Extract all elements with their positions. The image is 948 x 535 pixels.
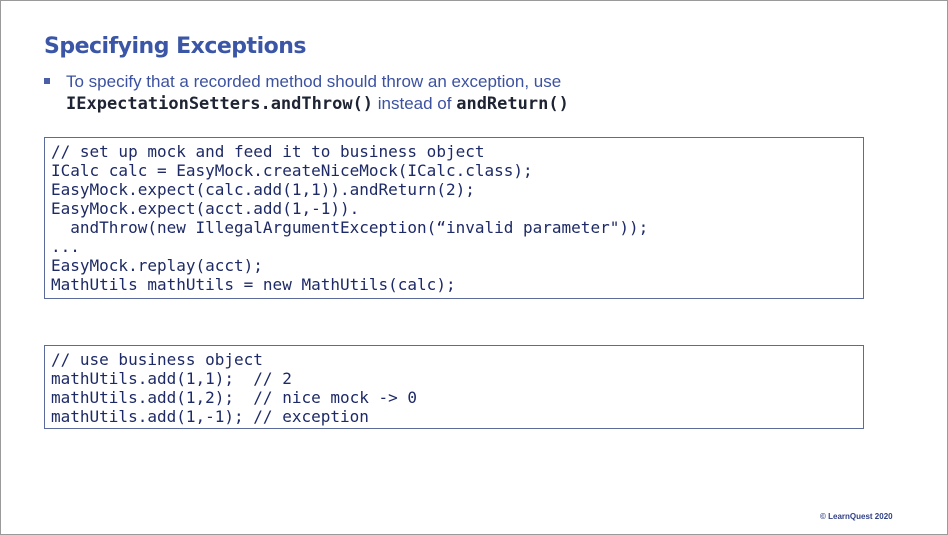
code-line: // use business object [51, 350, 263, 369]
code-setup: // set up mock and feed it to business o… [45, 138, 863, 294]
bullet-text-middle: instead of [373, 94, 457, 113]
code-line: MathUtils mathUtils = new MathUtils(calc… [51, 275, 456, 294]
code-line: mathUtils.add(1,2); // nice mock -> 0 [51, 388, 418, 407]
bullet-square-icon [44, 78, 50, 84]
slide-title: Specifying Exceptions [44, 34, 306, 59]
bullet-code-andthrow: IExpectationSetters.andThrow() [66, 94, 374, 114]
code-line: ... [51, 237, 80, 256]
code-block-setup: // set up mock and feed it to business o… [44, 137, 864, 299]
code-line: ICalc calc = EasyMock.createNiceMock(ICa… [51, 161, 533, 180]
code-line: EasyMock.replay(acct); [51, 256, 263, 275]
code-line: mathUtils.add(1,1); // 2 [51, 369, 292, 388]
code-line: EasyMock.expect(calc.add(1,1)).andReturn… [51, 180, 475, 199]
code-line: andThrow(new IllegalArgumentException(“i… [51, 218, 649, 237]
code-use: // use business object mathUtils.add(1,1)… [45, 346, 863, 426]
bullet-code-andreturn: andReturn() [456, 94, 569, 114]
bullet-point: To specify that a recorded method should… [44, 71, 766, 115]
bullet-text-before: To specify that a recorded method should… [66, 72, 562, 91]
copyright: © LearnQuest 2020 [820, 512, 893, 521]
bullet-text: To specify that a recorded method should… [66, 71, 766, 115]
code-line: mathUtils.add(1,-1); // exception [51, 407, 369, 426]
code-line: EasyMock.expect(acct.add(1,-1)). [51, 199, 360, 218]
code-line: // set up mock and feed it to business o… [51, 142, 485, 161]
code-block-use: // use business object mathUtils.add(1,1)… [44, 345, 864, 429]
